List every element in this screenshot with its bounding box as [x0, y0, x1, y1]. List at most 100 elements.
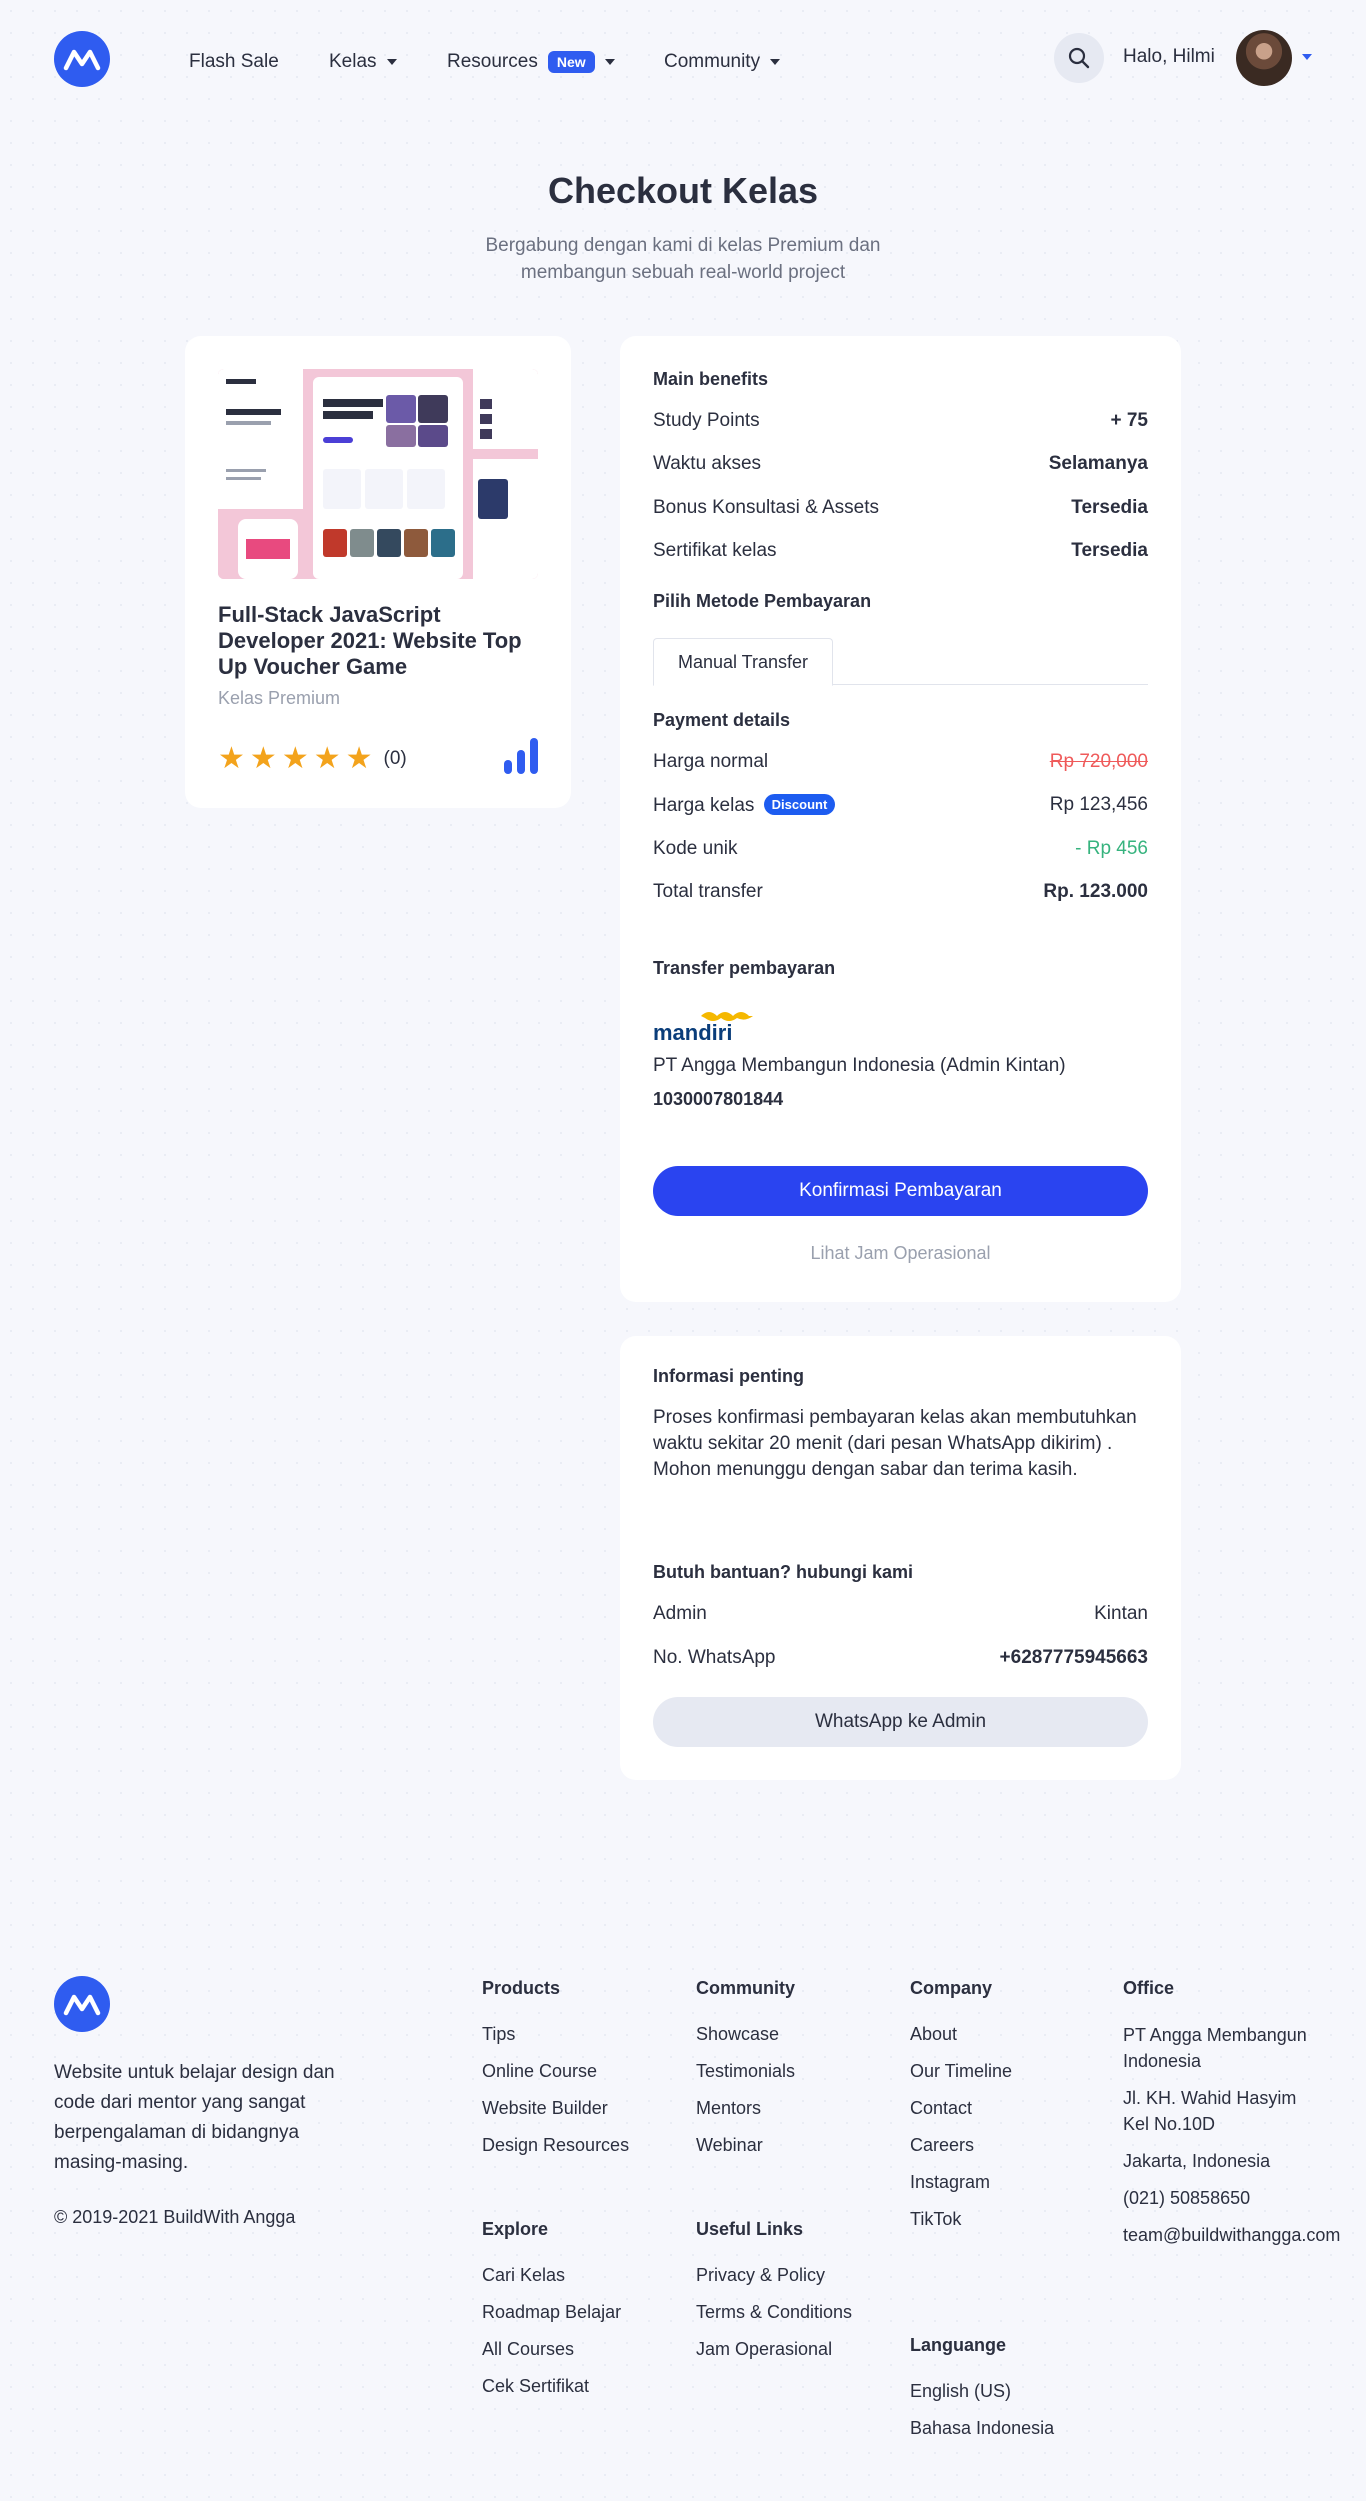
tab-manual-transfer[interactable]: Manual Transfer [653, 638, 833, 686]
footer-link[interactable]: Terms & Conditions [696, 2300, 852, 2325]
footer-company: Company About Our Timeline Contact Caree… [910, 1978, 1012, 2244]
confirm-payment-button[interactable]: Konfirmasi Pembayaran [653, 1166, 1148, 1216]
nav-resources[interactable]: Resources New [447, 51, 615, 73]
harga-normal-label: Harga normal [653, 751, 769, 772]
office-email[interactable]: team@buildwithangga.com [1123, 2222, 1340, 2248]
payment-card [620, 336, 1181, 1302]
footer-link[interactable]: Webinar [696, 2133, 795, 2158]
account-number: 1030007801844 [653, 1089, 784, 1109]
harga-kelas-row: Harga kelas Discount [653, 794, 836, 817]
star-icon: ★ [345, 742, 373, 775]
harga-kelas-value: Rp 123,456 [1049, 794, 1148, 815]
footer-link[interactable]: Showcase [696, 2022, 795, 2047]
level-bars-icon [504, 738, 538, 774]
footer-link[interactable]: Design Resources [482, 2133, 629, 2158]
bank-logo-text: mandiri [653, 1020, 732, 1044]
kode-unik-label: Kode unik [653, 838, 738, 859]
footer-link[interactable]: Tips [482, 2022, 629, 2047]
search-button[interactable] [1054, 33, 1104, 83]
help-title: Butuh bantuan? hubungi kami [653, 1562, 913, 1582]
nav-label: Community [664, 51, 761, 72]
total-value: Rp. 123.000 [1043, 881, 1148, 902]
nav-label: Flash Sale [189, 51, 279, 72]
footer-description: Website untuk belajar design dan code da… [54, 2062, 335, 2173]
benefit-label: Sertifikat kelas [653, 540, 777, 561]
chevron-down-icon[interactable] [1302, 54, 1312, 60]
copyright: © 2019-2021 BuildWith Angga [54, 2207, 296, 2227]
whatsapp-value: +6287775945663 [999, 1647, 1148, 1668]
avatar[interactable] [1236, 30, 1292, 86]
caret-down-icon [386, 59, 397, 65]
footer-link[interactable]: Roadmap Belajar [482, 2300, 621, 2325]
nav-community[interactable]: Community [664, 51, 781, 73]
footer-office: Office PT Angga Membangun Indonesia Jl. … [1123, 1978, 1340, 2259]
office-street: Jl. KH. Wahid Hasyim Kel No.10D [1123, 2088, 1297, 2134]
benefit-value: Tersedia [1071, 497, 1148, 518]
whatsapp-admin-button[interactable]: WhatsApp ke Admin [653, 1697, 1148, 1747]
kode-unik-value: - Rp 456 [1075, 838, 1148, 859]
footer-link[interactable]: TikTok [910, 2207, 1012, 2232]
footer-logo-icon[interactable] [54, 1976, 110, 2032]
office-phone: (021) 50858650 [1123, 2188, 1251, 2208]
footer-link[interactable]: Contact [910, 2096, 1012, 2121]
nav-kelas[interactable]: Kelas [329, 51, 397, 73]
footer-link[interactable]: Online Course [482, 2059, 629, 2084]
footer-link[interactable]: Careers [910, 2133, 1012, 2158]
footer-link[interactable]: About [910, 2022, 1012, 2047]
footer-link[interactable]: Cari Kelas [482, 2263, 621, 2288]
footer-link[interactable]: Cek Sertifikat [482, 2374, 621, 2399]
language-english[interactable]: English (US) [910, 2379, 1054, 2404]
operational-hours-link[interactable]: Lihat Jam Operasional [653, 1243, 1148, 1264]
nav-label: Kelas [329, 51, 377, 72]
nav-flash-sale[interactable]: Flash Sale [189, 51, 279, 73]
whatsapp-label: No. WhatsApp [653, 1647, 776, 1668]
footer-useful-links: Useful Links Privacy & Policy Terms & Co… [696, 2219, 852, 2374]
caret-down-icon [604, 59, 615, 65]
footer-explore: Explore Cari Kelas Roadmap Belajar All C… [482, 2219, 621, 2411]
benefit-value: Tersedia [1071, 540, 1148, 561]
discount-badge: Discount [763, 794, 836, 815]
nav-label: Resources [447, 51, 538, 72]
language-indonesia[interactable]: Bahasa Indonesia [910, 2416, 1054, 2441]
footer-link[interactable]: Testimonials [696, 2059, 795, 2084]
user-greeting: Halo, Hilmi [1123, 46, 1215, 67]
course-thumbnail [218, 369, 538, 579]
office-city: Jakarta, Indonesia [1123, 2151, 1271, 2171]
mandiri-logo: mandiri [653, 1004, 763, 1049]
rating-count: (0) [383, 748, 407, 769]
footer-heading: Languange [910, 2335, 1007, 2355]
account-name: PT Angga Membangun Indonesia (Admin Kint… [653, 1055, 1066, 1076]
footer-link[interactable]: Privacy & Policy [696, 2263, 852, 2288]
footer-products: Products Tips Online Course Website Buil… [482, 1978, 629, 2170]
star-icon: ★ [281, 742, 309, 775]
footer-heading: Explore [482, 2219, 549, 2239]
footer-link[interactable]: Mentors [696, 2096, 795, 2121]
footer-heading: Office [1123, 1978, 1175, 1998]
star-icon: ★ [249, 742, 277, 775]
benefit-value: Selamanya [1048, 453, 1148, 474]
star-icon: ★ [313, 742, 341, 775]
payment-details-title: Payment details [653, 710, 791, 730]
office-address: PT Angga Membangun Indonesia [1123, 2025, 1307, 2071]
logo-icon[interactable] [54, 31, 110, 87]
footer-link[interactable]: All Courses [482, 2337, 621, 2362]
page-subtitle: Bergabung dengan kami di kelas Premium d… [485, 235, 881, 283]
course-card: Full-Stack JavaScript Developer 2021: We… [185, 336, 571, 808]
harga-normal-value: Rp 720,000 [1049, 751, 1148, 772]
admin-value: Kintan [1094, 1603, 1148, 1624]
star-icon: ★ [218, 742, 245, 775]
footer-link[interactable]: Website Builder [482, 2096, 629, 2121]
caret-down-icon [770, 59, 781, 65]
footer-link[interactable]: Jam Operasional [696, 2337, 852, 2362]
footer-link[interactable]: Instagram [910, 2170, 1012, 2195]
benefit-label: Waktu akses [653, 453, 762, 474]
footer-heading: Useful Links [696, 2219, 804, 2239]
info-text: Proses konfirmasi pembayaran kelas akan … [653, 1407, 1137, 1480]
new-badge: New [547, 51, 595, 73]
course-rating: ★ ★ ★ ★ ★ (0) [218, 744, 407, 774]
page-title: Checkout Kelas [547, 170, 819, 211]
search-icon [1068, 47, 1090, 69]
harga-kelas-label: Harga kelas [653, 795, 755, 816]
footer-link[interactable]: Our Timeline [910, 2059, 1012, 2084]
benefit-label: Bonus Konsultasi & Assets [653, 497, 880, 518]
